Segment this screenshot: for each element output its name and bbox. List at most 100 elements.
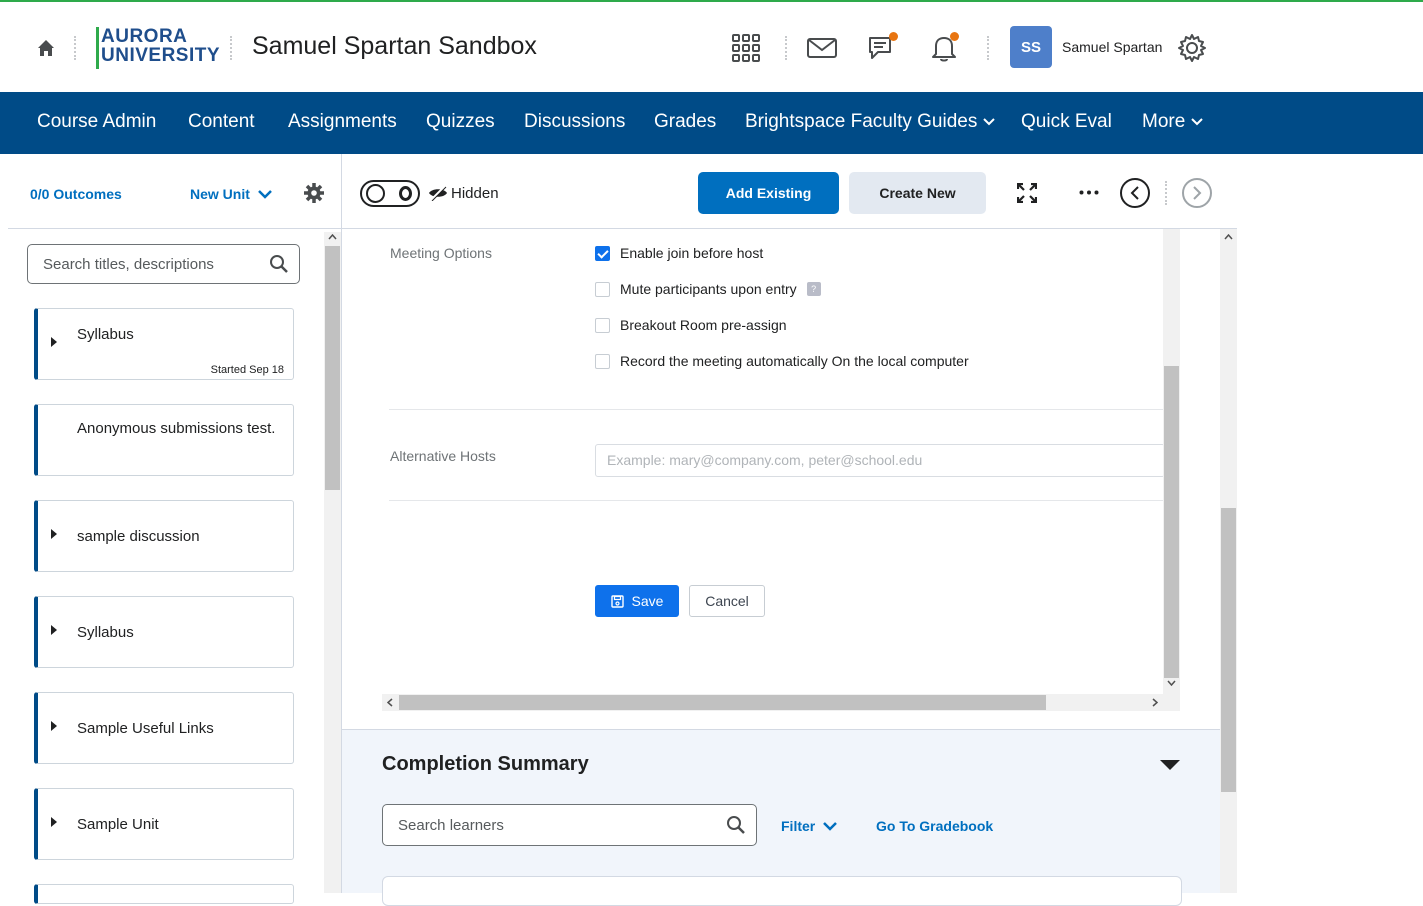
save-icon <box>610 594 624 608</box>
nav-faculty-guides-label: Brightspace Faculty Guides <box>745 111 978 132</box>
scroll-left-arrow-icon[interactable] <box>387 698 393 707</box>
unit-title: Syllabus <box>77 624 134 641</box>
go-to-gradebook-link[interactable]: Go To Gradebook <box>876 818 993 834</box>
nav-assignments[interactable]: Assignments <box>288 111 397 133</box>
expand-caret-icon[interactable] <box>51 337 57 347</box>
checkbox[interactable] <box>595 317 610 333</box>
expand-caret-icon[interactable] <box>51 529 57 539</box>
scrollbar-thumb[interactable] <box>1221 508 1236 792</box>
scrollbar-thumb[interactable] <box>1164 366 1179 678</box>
expand-caret-icon[interactable] <box>51 721 57 731</box>
user-name[interactable]: Samuel Spartan <box>1062 39 1162 55</box>
nav-more[interactable]: More <box>1142 111 1204 133</box>
course-title[interactable]: Samuel Spartan Sandbox <box>252 32 537 61</box>
sidebar-scrollbar[interactable] <box>324 232 341 893</box>
chevron-right-icon <box>1193 186 1202 200</box>
search-icon[interactable] <box>726 815 746 835</box>
search-learners-box <box>382 804 757 846</box>
apps-grid-icon[interactable] <box>730 32 762 64</box>
checkbox[interactable] <box>595 245 610 261</box>
nav-faculty-guides[interactable]: Brightspace Faculty Guides <box>745 111 996 133</box>
divider <box>1165 181 1167 205</box>
scroll-down-arrow-icon[interactable] <box>1167 680 1176 686</box>
outcomes-link[interactable]: 0/0 Outcomes <box>30 186 122 202</box>
scroll-right-arrow-icon[interactable] <box>1152 698 1158 707</box>
nav-quick-eval[interactable]: Quick Eval <box>1021 111 1112 133</box>
unit-card[interactable]: sample discussion <box>34 500 294 572</box>
unit-title: sample discussion <box>77 528 200 545</box>
unit-card[interactable]: Sample Useful Links <box>34 692 294 764</box>
search-learners-input[interactable] <box>383 805 703 845</box>
meeting-options-label: Meeting Options <box>390 245 492 261</box>
mail-icon[interactable] <box>806 32 838 64</box>
alerts-notification-badge <box>950 32 959 41</box>
option-auto-record[interactable]: Record the meeting automatically On the … <box>595 353 969 369</box>
chevron-down-icon <box>823 821 838 831</box>
completion-results-card <box>382 876 1182 906</box>
fullscreen-icon[interactable] <box>1017 183 1037 203</box>
search-icon[interactable] <box>269 254 289 274</box>
frame-vertical-scrollbar[interactable] <box>1163 229 1180 694</box>
course-navbar: Course Admin Content Assignments Quizzes… <box>0 92 1423 154</box>
cancel-button[interactable]: Cancel <box>689 585 765 617</box>
chevron-down-icon <box>1191 118 1204 126</box>
content-scrollbar[interactable] <box>1220 229 1237 893</box>
search-titles-input[interactable] <box>28 245 258 283</box>
expand-caret-icon[interactable] <box>51 817 57 827</box>
chat-notification-badge <box>889 32 898 41</box>
add-existing-button[interactable]: Add Existing <box>698 172 839 214</box>
settings-gear-icon[interactable] <box>303 182 325 204</box>
visibility-status: Hidden <box>451 185 499 202</box>
collapse-toggle-icon[interactable] <box>1160 760 1180 770</box>
nav-content[interactable]: Content <box>188 111 255 133</box>
option-breakout-preassign[interactable]: Breakout Room pre-assign <box>595 317 787 333</box>
unit-title: Sample Useful Links <box>77 720 214 737</box>
scrollbar-thumb[interactable] <box>325 246 340 490</box>
visibility-toggle[interactable] <box>360 180 420 207</box>
unit-card[interactable]: Syllabus Started Sep 18 <box>34 308 294 380</box>
create-new-button[interactable]: Create New <box>849 172 986 214</box>
checkbox[interactable] <box>595 281 610 297</box>
nav-quizzes[interactable]: Quizzes <box>426 111 495 133</box>
nav-course-admin[interactable]: Course Admin <box>37 111 156 133</box>
new-unit-button[interactable]: New Unit <box>190 186 272 202</box>
chevron-down-icon <box>983 118 996 126</box>
university-logo[interactable]: AURORA UNIVERSITY <box>96 27 220 69</box>
unit-card[interactable] <box>34 884 294 904</box>
alternative-hosts-label: Alternative Hosts <box>390 448 496 464</box>
checkbox[interactable] <box>595 353 610 369</box>
new-unit-label: New Unit <box>190 186 250 202</box>
unit-card[interactable]: Anonymous submissions test. <box>34 404 294 476</box>
unit-card[interactable]: Sample Unit <box>34 788 294 860</box>
divider <box>389 500 1164 501</box>
next-topic-button[interactable] <box>1182 178 1212 208</box>
nav-discussions[interactable]: Discussions <box>524 111 625 133</box>
gear-icon[interactable] <box>1176 32 1208 64</box>
save-label: Save <box>631 593 664 609</box>
scrollbar-thumb[interactable] <box>399 695 1046 710</box>
table-of-contents-panel: 0/0 Outcomes New Unit Syllabus Started S… <box>0 154 342 904</box>
nav-grades[interactable]: Grades <box>654 111 716 133</box>
option-label: Breakout Room pre-assign <box>620 317 787 333</box>
unit-status: Started Sep 18 <box>210 364 284 376</box>
option-join-before-host[interactable]: Enable join before host <box>595 245 763 261</box>
save-button[interactable]: Save <box>595 585 679 617</box>
more-options-icon[interactable] <box>1079 190 1099 195</box>
divider <box>785 36 787 60</box>
scroll-up-arrow-icon[interactable] <box>328 234 337 240</box>
eye-hidden-icon <box>429 185 447 201</box>
unit-card[interactable]: Syllabus <box>34 596 294 668</box>
filter-button[interactable]: Filter <box>781 818 838 834</box>
option-mute-on-entry[interactable]: Mute participants upon entry ? <box>595 281 821 297</box>
info-icon[interactable]: ? <box>806 282 821 296</box>
avatar[interactable]: SS <box>1010 26 1052 68</box>
previous-topic-button[interactable] <box>1120 178 1150 208</box>
expand-caret-icon[interactable] <box>51 625 57 635</box>
chevron-down-icon <box>258 189 272 199</box>
option-label: Mute participants upon entry <box>620 281 797 297</box>
home-icon[interactable] <box>34 36 58 60</box>
unit-title: Anonymous submissions test. <box>77 420 276 437</box>
alternative-hosts-input[interactable]: Example: mary@company.com, peter@school.… <box>595 444 1165 477</box>
frame-horizontal-scrollbar[interactable] <box>382 694 1180 711</box>
scroll-up-arrow-icon[interactable] <box>1224 234 1233 240</box>
